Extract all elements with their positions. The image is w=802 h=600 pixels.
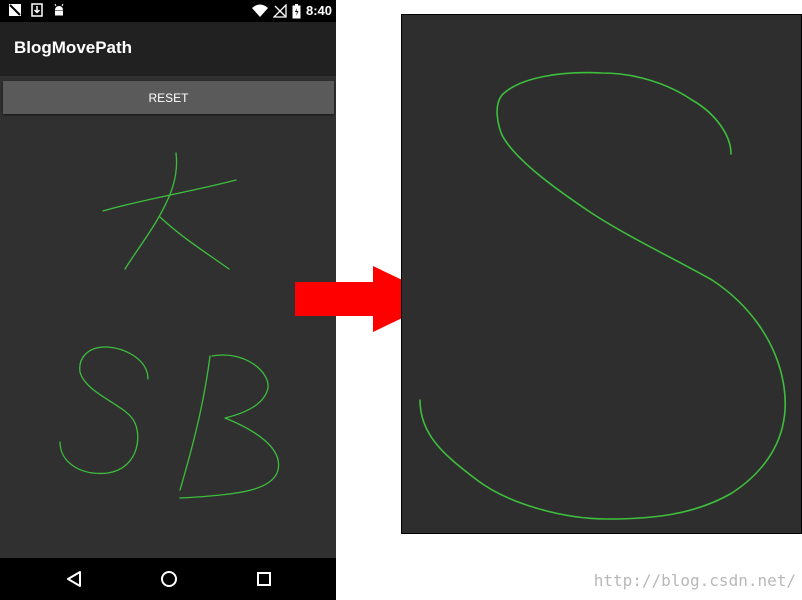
stroke-letter-b-curves <box>179 354 280 499</box>
stroke-zoomed-s <box>419 71 786 520</box>
back-icon[interactable] <box>65 570 83 588</box>
stroke-da-vertical <box>124 152 178 270</box>
stroke-da-right <box>159 216 230 270</box>
stroke-letter-b-vertical <box>179 355 211 491</box>
navigation-bar <box>0 558 336 600</box>
watermark-text: http://blog.csdn.net/ <box>593 571 796 590</box>
drawing-canvas[interactable] <box>0 0 336 558</box>
zoomed-canvas-panel <box>401 14 802 534</box>
stroke-da-horizontal <box>102 179 237 212</box>
stroke-letter-s <box>59 346 149 475</box>
recents-icon[interactable] <box>255 570 273 588</box>
phone-screen: 8:40 BlogMovePath RESET <box>0 0 336 600</box>
zoomed-canvas <box>419 71 786 520</box>
home-icon[interactable] <box>160 570 178 588</box>
